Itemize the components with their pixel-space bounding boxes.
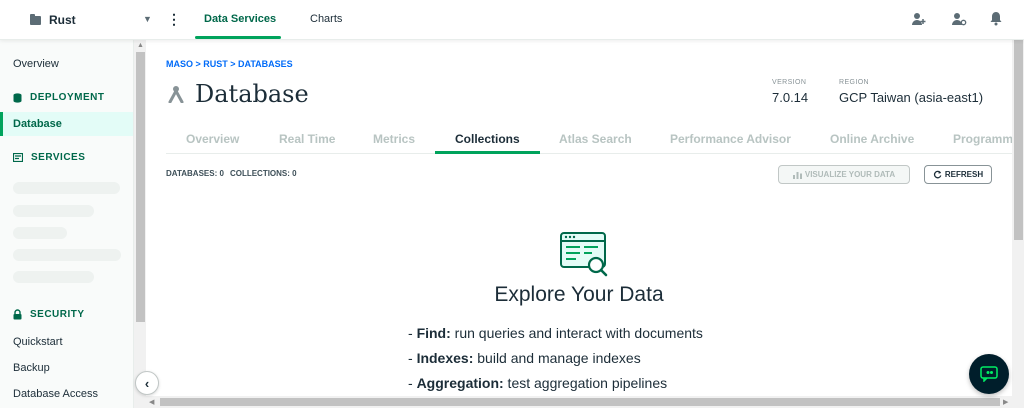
- tab-atlas-search[interactable]: Atlas Search: [559, 132, 632, 146]
- tab-bar: Overview Real Time Metrics Collections A…: [166, 128, 1012, 154]
- sidebar-item-database-access[interactable]: Database Access: [13, 388, 98, 400]
- feature-name: Find:: [416, 325, 451, 341]
- sidebar-item-overview[interactable]: Overview: [13, 58, 59, 70]
- database-icon: [13, 92, 22, 103]
- visualize-data-label: VISUALIZE YOUR DATA: [804, 170, 896, 179]
- visualize-data-button[interactable]: VISUALIZE YOUR DATA: [778, 165, 910, 184]
- chat-icon: [980, 366, 998, 382]
- lock-icon: [13, 309, 22, 320]
- tab-programmatic[interactable]: Programm: [953, 132, 1012, 146]
- feature-desc: test aggregation pipelines: [503, 375, 668, 391]
- scroll-right-arrow-icon[interactable]: ▶: [1003, 398, 1008, 406]
- feature-bullet: -: [408, 325, 417, 341]
- project-name: Rust: [49, 13, 76, 27]
- project-selector[interactable]: Rust: [30, 13, 76, 27]
- explore-data-icon: [560, 232, 608, 277]
- scroll-up-arrow-icon[interactable]: ▲: [137, 42, 144, 49]
- active-tab-indicator: [435, 151, 540, 154]
- feature-indexes: - Indexes: build and manage indexes: [408, 350, 641, 366]
- chevron-left-icon: ‹: [144, 375, 150, 391]
- loading-placeholder: [13, 249, 121, 261]
- namespace-counts: DATABASES: 0 COLLECTIONS: 0: [166, 169, 297, 178]
- bar-chart-icon: [792, 171, 802, 179]
- sidebar-section-label: DEPLOYMENT: [30, 92, 105, 103]
- sidebar-item-database[interactable]: Database: [13, 118, 62, 130]
- databases-count: DATABASES: 0: [166, 169, 224, 178]
- feature-desc: build and manage indexes: [473, 350, 641, 366]
- tab-overview[interactable]: Overview: [186, 132, 239, 146]
- main-vertical-scrollbar-thumb[interactable]: [1014, 40, 1023, 240]
- feature-name: Aggregation:: [416, 375, 504, 391]
- tab-real-time[interactable]: Real Time: [279, 132, 335, 146]
- kebab-menu-icon[interactable]: ⋮: [167, 11, 181, 28]
- nav-data-services[interactable]: Data Services: [204, 13, 276, 25]
- loading-placeholder: [13, 271, 94, 283]
- nav-active-indicator: [195, 36, 281, 39]
- tab-performance-advisor[interactable]: Performance Advisor: [670, 132, 791, 146]
- page-title: Database: [166, 80, 309, 108]
- sidebar-item-backup[interactable]: Backup: [13, 362, 50, 374]
- invite-user-icon[interactable]: [911, 11, 927, 31]
- feature-desc: run queries and interact with documents: [450, 325, 703, 341]
- refresh-icon: [933, 170, 942, 179]
- collections-count: COLLECTIONS: 0: [229, 169, 297, 178]
- services-icon: [13, 153, 23, 162]
- tab-online-archive[interactable]: Online Archive: [830, 132, 914, 146]
- chat-support-button[interactable]: [969, 354, 1009, 394]
- explore-title: Explore Your Data: [494, 283, 664, 306]
- sidebar-section-services: SERVICES: [13, 152, 85, 163]
- loading-placeholder: [13, 182, 120, 194]
- scroll-left-arrow-icon[interactable]: ◀: [149, 398, 154, 406]
- main-content: MASO > RUST > DATABASES Database VERSION…: [146, 40, 1012, 396]
- collapse-sidebar-button[interactable]: ‹: [135, 371, 159, 395]
- sidebar-scrollbar-thumb[interactable]: [136, 52, 145, 322]
- refresh-label: REFRESH: [944, 170, 984, 179]
- sidebar-section-label: SERVICES: [31, 152, 86, 163]
- nav-charts[interactable]: Charts: [310, 13, 342, 25]
- main-horizontal-scrollbar-thumb[interactable]: [160, 398, 1000, 406]
- feature-bullet: -: [408, 375, 417, 391]
- sidebar-section-security: SECURITY: [13, 309, 85, 320]
- region-value: GCP Taiwan (asia-east1): [839, 90, 984, 105]
- feature-name: Indexes:: [416, 350, 474, 366]
- feature-find: - Find: run queries and interact with do…: [408, 325, 703, 341]
- loading-placeholder: [13, 205, 94, 217]
- version-value: 7.0.14: [772, 90, 809, 105]
- sidebar: Overview DEPLOYMENT Database SERVICES SE…: [0, 40, 134, 408]
- loading-placeholder: [13, 227, 67, 239]
- top-bar: Rust ▼ ⋮ Data Services Charts: [0, 0, 1024, 40]
- user-settings-icon[interactable]: [951, 11, 967, 31]
- region-label: REGION: [839, 79, 870, 86]
- notification-bell-icon[interactable]: [989, 11, 1003, 30]
- feature-aggregation: - Aggregation: test aggregation pipeline…: [408, 375, 667, 391]
- version-label: VERSION: [772, 79, 807, 86]
- folder-icon: [30, 13, 41, 25]
- sidebar-item-quickstart[interactable]: Quickstart: [13, 336, 63, 348]
- feature-bullet: -: [408, 350, 417, 366]
- breadcrumb[interactable]: MASO > RUST > DATABASES: [166, 59, 293, 69]
- refresh-button[interactable]: REFRESH: [924, 165, 992, 184]
- tab-collections[interactable]: Collections: [455, 132, 520, 146]
- sidebar-section-deployment: DEPLOYMENT: [13, 92, 104, 103]
- page-title-text: Database: [195, 80, 309, 108]
- chevron-down-icon[interactable]: ▼: [143, 14, 152, 24]
- sidebar-section-label: SECURITY: [30, 309, 85, 320]
- tab-metrics[interactable]: Metrics: [373, 132, 415, 146]
- cluster-icon: [168, 86, 184, 103]
